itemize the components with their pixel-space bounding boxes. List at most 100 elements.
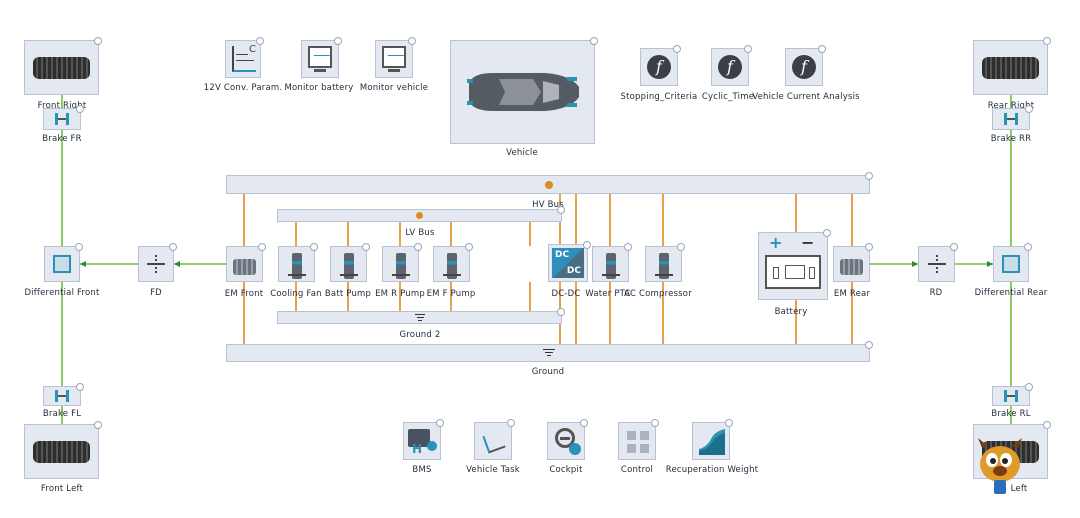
- label-cockpit: Cockpit: [549, 465, 583, 475]
- brake-icon: [55, 390, 69, 402]
- em-f-pump-block[interactable]: [433, 243, 473, 282]
- label-differential-front: Differential Front: [24, 288, 100, 298]
- ground2-bus[interactable]: [277, 308, 565, 324]
- lv-bus[interactable]: [277, 206, 565, 222]
- bus-node: [416, 212, 423, 219]
- recuperation-weight-block[interactable]: [692, 419, 733, 460]
- label-vehicle-task: Vehicle Task: [466, 465, 520, 475]
- cockpit-block[interactable]: [547, 419, 588, 460]
- tyre-front-right[interactable]: [24, 37, 102, 95]
- label-vehicle: Vehicle: [506, 148, 538, 158]
- monitor-vehicle-block[interactable]: [375, 37, 416, 78]
- function-icon: f: [792, 55, 816, 79]
- brake-fl[interactable]: [43, 383, 84, 406]
- grid-icon: [627, 431, 649, 453]
- label-rd: RD: [929, 288, 943, 298]
- vehicle-block[interactable]: [450, 37, 598, 144]
- label-monitor-vehicle: Monitor vehicle: [359, 83, 429, 93]
- label-differential-rear: Differential Rear: [974, 288, 1048, 298]
- vehicle-task-block[interactable]: [474, 419, 515, 460]
- car-icon: [467, 73, 579, 111]
- cyclic-time-block[interactable]: f: [711, 45, 752, 86]
- hv-bus[interactable]: [226, 172, 873, 194]
- differential-front[interactable]: [44, 243, 83, 282]
- label-ac-compressor: AC Compressor: [624, 289, 692, 299]
- label-vehicle-current-analysis: Vehicle Current Analysis: [752, 92, 860, 102]
- label-recuperation-weight: Recuperation Weight: [665, 465, 759, 475]
- plus-icon: +: [769, 233, 783, 252]
- electric-motor-icon: [840, 259, 863, 275]
- dc-dc-converter-icon: DC DC: [552, 248, 584, 278]
- rd-block[interactable]: [918, 243, 958, 282]
- label-battery: Battery: [774, 307, 808, 317]
- minus-icon: −: [801, 233, 815, 252]
- monitor-battery-block[interactable]: [301, 37, 342, 78]
- em-rear-block[interactable]: [833, 243, 873, 282]
- ground-bus[interactable]: [226, 341, 873, 362]
- differential-icon: [1002, 255, 1020, 273]
- tyre-rear-right[interactable]: [973, 37, 1051, 95]
- bms-block[interactable]: H: [403, 419, 444, 460]
- tyre-front-left[interactable]: [24, 421, 102, 479]
- label-ground2: Ground 2: [399, 330, 441, 340]
- ground-icon: [543, 349, 555, 359]
- function-icon: f: [647, 55, 671, 79]
- label-ground: Ground: [531, 367, 565, 377]
- label-stopping-criteria: Stopping_Criteria: [620, 92, 698, 102]
- control-block[interactable]: [618, 419, 659, 460]
- label-cyclic-time: Cyclic_Time: [701, 92, 755, 102]
- brake-rl[interactable]: [992, 383, 1033, 406]
- brake-rr[interactable]: [992, 105, 1033, 130]
- tyre-icon: [33, 441, 90, 463]
- label-brake-rr: Brake RR: [990, 134, 1032, 144]
- gear-reduction-icon: [147, 255, 165, 273]
- battery-block[interactable]: + −: [758, 229, 831, 300]
- brake-icon: [1004, 390, 1018, 402]
- label-brake-fl: Brake FL: [42, 409, 82, 419]
- label-dc-dc: DC-DC: [551, 289, 581, 299]
- batt-pump-block[interactable]: [330, 243, 370, 282]
- em-r-pump-block[interactable]: [382, 243, 422, 282]
- label-lv-bus: LV Bus: [405, 228, 435, 238]
- tyre-icon: [33, 57, 90, 79]
- monitor-icon: [308, 46, 332, 68]
- label-front-left: Front Left: [40, 484, 84, 494]
- label-fd: FD: [150, 288, 162, 298]
- label-batt-pump: Batt Pump: [324, 289, 372, 299]
- bus-node: [545, 181, 553, 189]
- stopping-criteria-block[interactable]: f: [640, 45, 681, 86]
- fd-block[interactable]: [138, 243, 177, 282]
- brake-icon: [55, 113, 69, 125]
- vehicle-current-analysis-block[interactable]: f: [785, 45, 826, 86]
- em-front-block[interactable]: [226, 243, 266, 282]
- label-brake-rl: Brake RL: [991, 409, 1031, 419]
- label-monitor-battery: Monitor battery: [284, 83, 354, 93]
- battery-circuit-icon: [765, 255, 821, 289]
- label-conv-params: 12V Conv. Param.: [203, 83, 283, 93]
- brake-fr[interactable]: [43, 105, 84, 130]
- slope-icon: [699, 429, 725, 455]
- gear-reduction-icon: [927, 255, 946, 273]
- chart-icon: C: [232, 44, 256, 72]
- label-em-rear: EM Rear: [833, 289, 871, 299]
- label-em-r-pump: EM R Pump: [375, 289, 425, 299]
- dc-dc-block[interactable]: DC DC: [548, 241, 591, 282]
- differential-icon: [53, 255, 71, 273]
- label-em-f-pump: EM F Pump: [426, 289, 476, 299]
- differential-rear[interactable]: [993, 243, 1032, 282]
- cooling-fan-block[interactable]: [278, 243, 318, 282]
- label-em-front: EM Front: [224, 289, 264, 299]
- ac-compressor-block[interactable]: [645, 243, 685, 282]
- function-icon: f: [718, 55, 742, 79]
- plug-icon: [427, 441, 437, 451]
- dog-mascot-icon: [978, 438, 1022, 494]
- gauge-icon: [569, 443, 581, 455]
- label-control: Control: [620, 465, 654, 475]
- conv-params-block[interactable]: C: [225, 37, 264, 78]
- label-bms: BMS: [412, 465, 432, 475]
- electric-motor-icon: [233, 259, 256, 275]
- brake-icon: [1004, 113, 1018, 125]
- water-ptc-block[interactable]: [592, 243, 632, 282]
- label-cooling-fan: Cooling Fan: [270, 289, 322, 299]
- ground-icon: [414, 314, 426, 324]
